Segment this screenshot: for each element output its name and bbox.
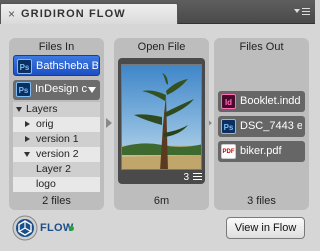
output-file-label: DSC_7443 e...	[240, 120, 302, 132]
open-file-column: Open File 3 6m	[114, 38, 209, 210]
output-file-biker[interactable]: PDF biker.pdf	[218, 141, 305, 162]
panel-title: GRIDIRON FLOW	[21, 8, 126, 20]
tree-row-version-1[interactable]: version 1	[13, 132, 100, 147]
collapse-triangle-icon[interactable]	[25, 136, 30, 142]
tree-row-version-2[interactable]: version 2	[13, 147, 100, 162]
document-label: InDesign co...	[35, 83, 87, 95]
collapse-triangle-icon[interactable]	[25, 121, 30, 127]
selected-file-chip[interactable]: Ps Bathsheba B...	[13, 55, 100, 76]
tree-row-layer-2[interactable]: Layer 2	[13, 162, 100, 177]
pdf-icon: PDF	[221, 144, 236, 159]
layers-tree: Layers orig version 1 version 2 Layer 2 …	[13, 102, 100, 192]
panel-menu-icon[interactable]	[294, 6, 310, 18]
output-file-label: biker.pdf	[240, 145, 282, 157]
output-file-booklet[interactable]: Id Booklet.indd	[218, 91, 305, 112]
open-file-preview[interactable]: 3	[118, 58, 205, 184]
indesign-icon: Id	[221, 94, 236, 109]
status-indicator	[69, 226, 74, 231]
output-file-dsc[interactable]: Ps DSC_7443 e...	[218, 116, 305, 137]
selected-file-label: Bathsheba B...	[36, 60, 98, 72]
tree-row-label: version 1	[36, 133, 79, 145]
view-in-flow-button[interactable]: View in Flow	[226, 217, 305, 239]
output-file-label: Booklet.indd	[240, 95, 301, 107]
files-in-count: 2 files	[42, 195, 71, 207]
files-in-header: Files In	[38, 41, 75, 53]
tree-row-label: logo	[36, 178, 56, 190]
files-in-column: Files In Ps Bathsheba B... Ps InDesign c…	[9, 38, 104, 210]
photoshop-icon: Ps	[221, 119, 236, 134]
tree-row-label: Layer 2	[36, 163, 72, 175]
files-out-count: 3 files	[247, 195, 276, 207]
tree-photo-thumbnail[interactable]	[121, 64, 202, 170]
photoshop-icon: Ps	[17, 59, 32, 74]
open-file-age: 6m	[153, 195, 170, 207]
photoshop-icon: Ps	[16, 82, 31, 97]
tree-row-label: orig	[36, 118, 54, 130]
panel-tab-bar: × GRIDIRON FLOW	[0, 0, 315, 24]
expand-triangle-icon[interactable]	[16, 107, 22, 112]
document-dropdown[interactable]: Ps InDesign co...	[13, 80, 100, 100]
arrow-right-icon	[106, 118, 112, 128]
tree-row-label: Layers	[26, 103, 58, 115]
files-out-header: Files Out	[239, 41, 284, 53]
tree-row-logo[interactable]: logo	[13, 177, 100, 192]
files-out-column: Files Out Id Booklet.indd Ps DSC_7443 e.…	[214, 38, 309, 210]
panel-tab[interactable]: × GRIDIRON FLOW	[0, 3, 178, 24]
expand-triangle-icon[interactable]	[24, 152, 30, 157]
tree-row-label: version 2	[36, 148, 79, 160]
tree-row-orig[interactable]: orig	[13, 117, 100, 132]
close-icon[interactable]: ×	[8, 7, 15, 21]
chevron-down-icon[interactable]	[88, 87, 96, 93]
open-file-header: Open File	[137, 41, 186, 53]
tree-row-layers[interactable]: Layers	[13, 102, 100, 117]
version-count: 3	[183, 172, 189, 183]
flow-logo-icon	[12, 215, 38, 241]
list-menu-icon[interactable]	[193, 173, 202, 180]
